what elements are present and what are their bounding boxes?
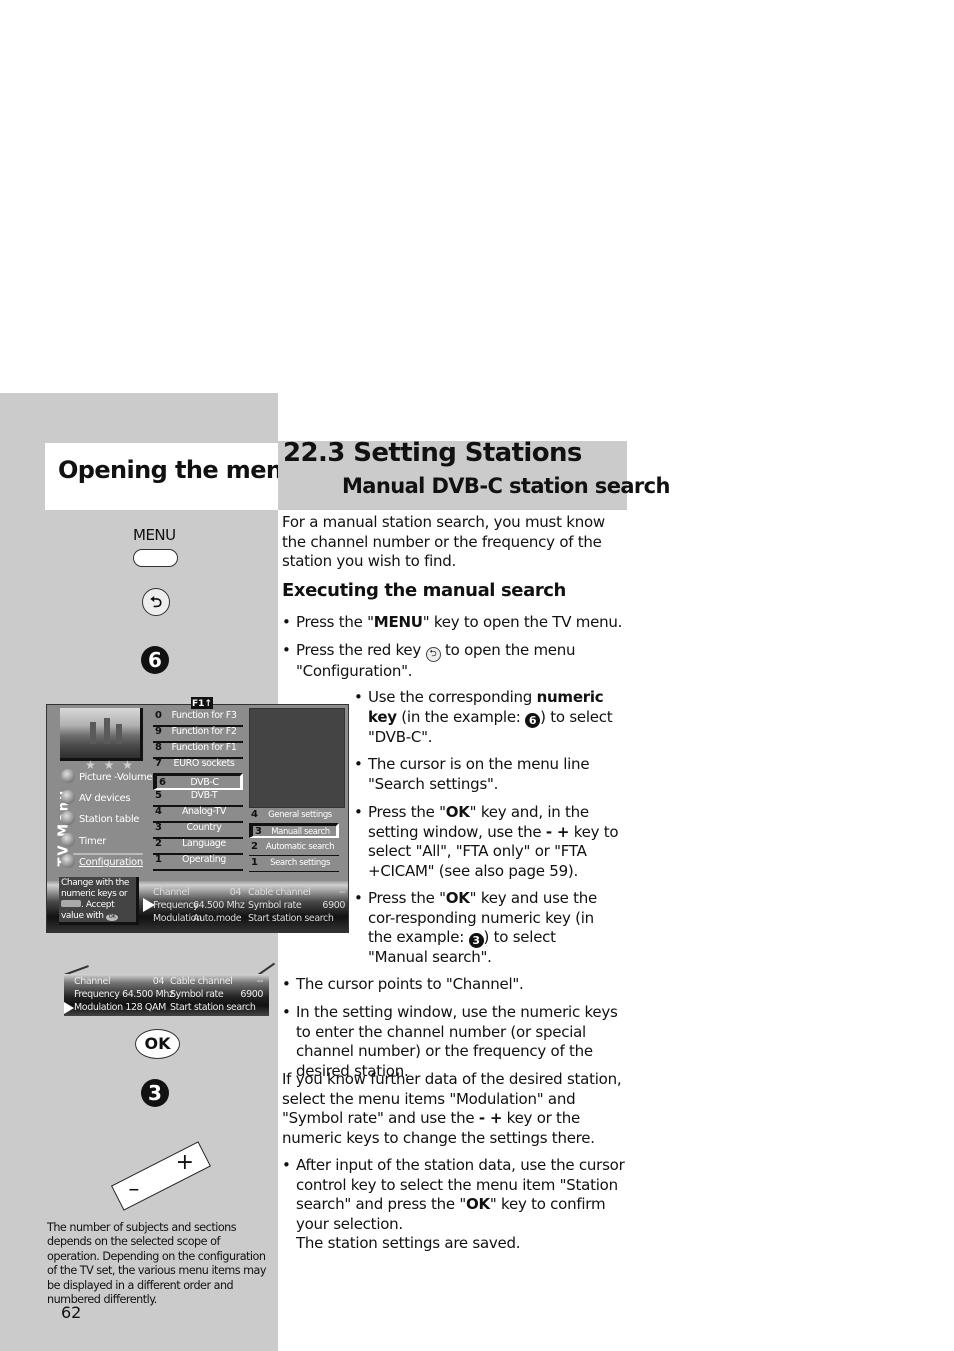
- menu-ball-icon: [61, 811, 75, 825]
- left-section-title: Opening the menu: [58, 456, 299, 484]
- step-6: • Press the "OK" key and use the cor-resp…: [354, 889, 598, 966]
- modulation-paragraph: If you know further data of the desired …: [282, 1070, 622, 1147]
- minus-plus-key-icon: [61, 900, 81, 907]
- configuration-submenu: 0 Function for F3 9 Function for F2 8 Funct…: [153, 709, 243, 873]
- menu-key-icon: [133, 549, 178, 567]
- numeric-key-6-icon: 6: [525, 712, 541, 728]
- setting-window: Channel 04 Cable channel -- Frequency 64.50…: [64, 974, 269, 1016]
- numeric-key-3-icon: 3: [468, 933, 484, 948]
- tv-menu-item-configuration: Configuration: [61, 854, 143, 872]
- tv-main-menu: ★ ★ ★ TV-Menu Picture -Volume AV devices…: [47, 705, 153, 881]
- ok-key-icon: OK: [135, 1029, 180, 1059]
- step-9: • After input of the station data, use th…: [282, 1156, 625, 1252]
- config-item-selected: 6 DVB-C: [153, 773, 243, 790]
- menu-key-label: MENU: [133, 526, 176, 544]
- tv-preview-image: [60, 708, 143, 761]
- step-3: • Use the corresponding numeric key (in t…: [354, 688, 613, 746]
- ok-key-icon: OK: [106, 914, 119, 921]
- config-item: 1 Operating: [153, 853, 243, 871]
- menu-ball-icon: [61, 790, 75, 804]
- step-1: • Press the "MENU" key to open the TV men…: [282, 613, 623, 631]
- intro-paragraph: For a manual station search, you must kn…: [282, 513, 605, 570]
- step-4: • The cursor is on the menu line "Search …: [354, 755, 590, 793]
- tv-menu-item-timer: Timer: [61, 833, 106, 851]
- tv-menu-item-station-table: Station table: [61, 811, 139, 829]
- page-number: 62: [61, 1303, 82, 1322]
- dvbc-item-selected: 3 Manuall search: [249, 823, 339, 838]
- step-7: • The cursor points to "Channel".: [282, 975, 524, 993]
- tv-menu-screenshot: ★ ★ ★ TV-Menu Picture -Volume AV devices…: [46, 697, 349, 933]
- section-heading: Executing the manual search: [282, 580, 566, 601]
- dvbc-item: 2 Automatic search: [249, 841, 339, 856]
- numeric-key-3-icon: 3: [141, 1079, 169, 1107]
- page-subtitle: Manual DVB-C station search: [342, 474, 670, 498]
- dvbc-item: 4 General settings: [249, 809, 339, 824]
- red-back-key-icon: ⮌: [142, 588, 170, 616]
- dvbc-submenu: 4 General settings 3 Manuall search 2 Autom…: [249, 809, 343, 873]
- step-5: • Press the "OK" key and, in the setting …: [354, 803, 619, 880]
- tv-menu-item-av-devices: AV devices: [61, 790, 131, 808]
- menu-ball-icon: [61, 833, 75, 847]
- tv-help-box: Change with the numeric keys or . Accept…: [59, 877, 139, 925]
- menu-ball-icon: [61, 769, 75, 783]
- numeric-key-6-icon: 6: [141, 646, 169, 674]
- tv-search-params: Channel 04 Cable channel -- Frequency 64.500…: [153, 887, 345, 924]
- footnote: The number of subjects and sections depe…: [47, 1221, 266, 1307]
- menu-ball-icon: [61, 854, 75, 868]
- dvbc-item: 1 Search settings: [249, 857, 339, 872]
- cursor-arrow-icon: [64, 1002, 74, 1014]
- page-title: 22.3 Setting Stations: [283, 438, 582, 468]
- step-2: • Press the red key ⮌ to open the menu "C…: [282, 641, 576, 680]
- red-back-key-icon: ⮌: [425, 647, 441, 662]
- tv-menu-item-picture-volume: Picture -Volume: [61, 769, 153, 787]
- dvbc-preview-area: [249, 708, 345, 808]
